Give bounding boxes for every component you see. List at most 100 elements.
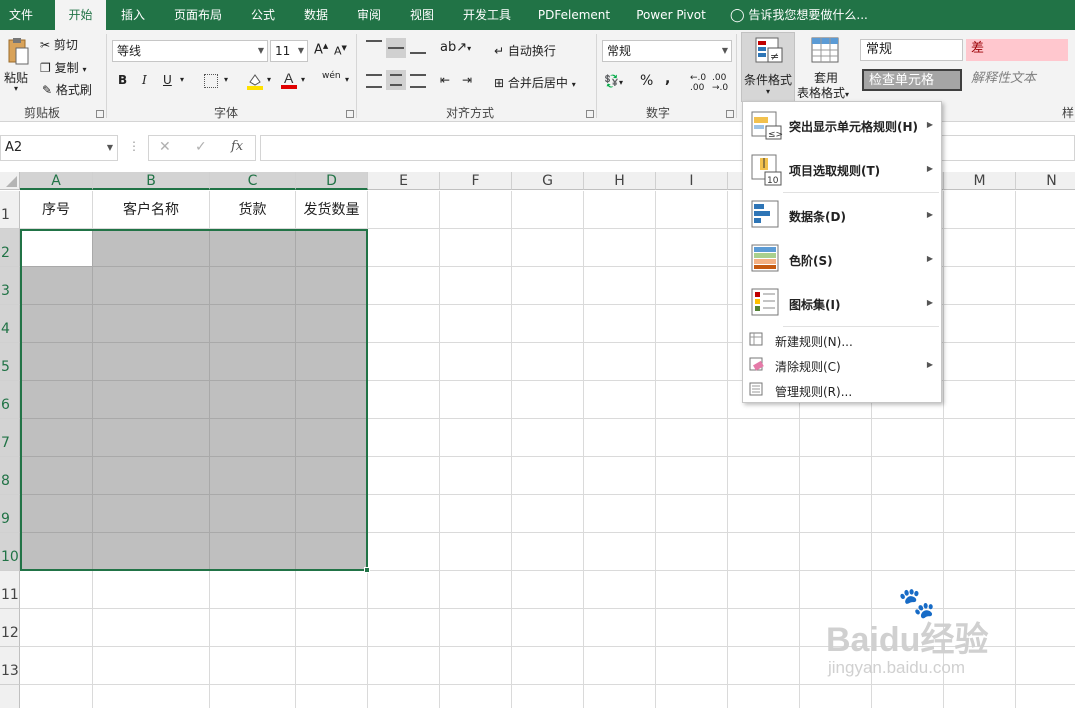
row-header-8[interactable]: 8: [0, 457, 20, 495]
alignment-launcher-icon[interactable]: [586, 110, 594, 118]
style-bad[interactable]: 差: [966, 39, 1068, 61]
row-header-10[interactable]: 10: [0, 533, 20, 571]
fill-color-icon[interactable]: [246, 72, 264, 90]
column-header-c[interactable]: C: [210, 172, 296, 190]
phonetic-dropdown-icon[interactable]: ▾: [345, 75, 349, 84]
percent-button[interactable]: %: [640, 73, 653, 89]
row-header-5[interactable]: 5: [0, 343, 20, 381]
tab-pdfelement[interactable]: PDFelement: [531, 0, 617, 30]
row-header-11[interactable]: 11: [0, 571, 20, 609]
column-header-g[interactable]: G: [512, 172, 584, 190]
underline-button[interactable]: U: [163, 73, 172, 87]
column-header-m[interactable]: M: [944, 172, 1016, 190]
menu-item-data-bars[interactable]: 数据条(D) ▶: [743, 194, 941, 238]
tab-formulas[interactable]: 公式: [242, 0, 284, 30]
orientation-icon[interactable]: ab↗▾: [440, 40, 471, 55]
menu-item-new-rule[interactable]: 新建规则(N)...: [743, 328, 941, 352]
name-box-dropdown-icon[interactable]: ▼: [107, 136, 113, 160]
clipboard-launcher-icon[interactable]: [96, 110, 104, 118]
number-format-select[interactable]: 常规 ▼: [602, 40, 732, 62]
paste-dropdown-icon[interactable]: ▾: [14, 84, 18, 93]
merge-center-button[interactable]: ⊞ 合并后居中 ▾: [494, 74, 576, 91]
cell-a1[interactable]: 序号: [20, 191, 93, 229]
row-header-4[interactable]: 4: [0, 305, 20, 343]
number-launcher-icon[interactable]: [726, 110, 734, 118]
align-left-icon[interactable]: [366, 74, 382, 88]
tab-view[interactable]: 视图: [401, 0, 443, 30]
formula-input[interactable]: [260, 135, 1075, 161]
tab-developer[interactable]: 开发工具: [454, 0, 520, 30]
underline-dropdown-icon[interactable]: ▾: [180, 75, 184, 84]
row-header-2[interactable]: 2: [0, 229, 20, 267]
increase-font-button[interactable]: A▲: [314, 42, 328, 57]
insert-function-icon[interactable]: fx: [231, 139, 243, 154]
align-bottom-icon[interactable]: [410, 40, 426, 54]
align-middle-icon[interactable]: [386, 38, 406, 58]
name-box[interactable]: A2 ▼: [0, 135, 118, 161]
font-size-select[interactable]: 11 ▼: [270, 40, 308, 62]
format-painter-button[interactable]: ✎ 格式刷: [42, 81, 92, 98]
column-header-n[interactable]: N: [1016, 172, 1075, 190]
tab-home[interactable]: 开始: [55, 0, 106, 30]
cell-d1[interactable]: 发货数量: [296, 191, 368, 229]
comma-button[interactable]: ,: [665, 71, 670, 87]
row-header-3[interactable]: 3: [0, 267, 20, 305]
tab-page-layout[interactable]: 页面布局: [165, 0, 231, 30]
style-explanatory[interactable]: 解释性文本: [966, 69, 1068, 91]
paste-icon[interactable]: [6, 38, 30, 66]
copy-button[interactable]: ❐ 复制 ▾: [40, 59, 86, 76]
enter-icon[interactable]: ✓: [195, 139, 207, 155]
increase-indent-icon[interactable]: ⇥: [462, 73, 472, 87]
cell-b1[interactable]: 客户名称: [93, 191, 210, 229]
menu-item-color-scales[interactable]: 色阶(S) ▶: [743, 238, 941, 282]
row-header-7[interactable]: 7: [0, 419, 20, 457]
menu-item-icon-sets[interactable]: 图标集(I) ▶: [743, 282, 941, 326]
row-header-12[interactable]: 12: [0, 609, 20, 647]
column-header-i[interactable]: I: [656, 172, 728, 190]
decrease-decimal-icon[interactable]: .00 →.0: [712, 73, 728, 93]
fill-handle[interactable]: [364, 567, 370, 573]
selected-range[interactable]: [20, 229, 370, 573]
menu-item-manage-rules[interactable]: 管理规则(R)...: [743, 378, 941, 402]
borders-icon[interactable]: [204, 74, 218, 88]
column-header-b[interactable]: B: [93, 172, 210, 190]
column-header-h[interactable]: H: [584, 172, 656, 190]
format-as-table-icon[interactable]: [810, 36, 842, 66]
font-name-select[interactable]: 等线 ▼: [112, 40, 268, 62]
row-header-13[interactable]: 13: [0, 647, 20, 685]
style-check-cell[interactable]: 检查单元格: [862, 69, 962, 91]
tab-file[interactable]: 文件: [0, 0, 42, 30]
menu-item-top-bottom-rules[interactable]: 10 项目选取规则(T) ▶: [743, 148, 941, 192]
column-header-d[interactable]: D: [296, 172, 368, 190]
tell-me-box[interactable]: ◯ 告诉我您想要做什么...: [730, 0, 880, 30]
font-launcher-icon[interactable]: [346, 110, 354, 118]
italic-button[interactable]: I: [142, 73, 147, 87]
row-header-1[interactable]: 1: [0, 191, 20, 229]
cell-c1[interactable]: 货款: [210, 191, 296, 229]
conditional-format-button[interactable]: ≠ 条件格式 ▾: [741, 32, 795, 102]
row-header-9[interactable]: 9: [0, 495, 20, 533]
fill-color-dropdown-icon[interactable]: ▾: [267, 75, 271, 84]
align-center-icon[interactable]: [386, 70, 406, 90]
bold-button[interactable]: B: [118, 73, 127, 87]
increase-decimal-icon[interactable]: ←.0.00: [690, 73, 706, 93]
style-normal[interactable]: 常规: [860, 39, 963, 61]
wrap-text-button[interactable]: ↵ 自动换行: [494, 42, 556, 59]
tab-data[interactable]: 数据: [295, 0, 337, 30]
menu-item-highlight-rules[interactable]: ≤> 突出显示单元格规则(H) ▶: [743, 104, 941, 148]
decrease-font-button[interactable]: A▼: [334, 44, 347, 58]
cut-button[interactable]: ✂ 剪切: [40, 36, 78, 53]
align-top-icon[interactable]: [366, 40, 382, 54]
menu-item-clear-rules[interactable]: 清除规则(C) ▶: [743, 353, 941, 377]
font-color-icon[interactable]: A: [280, 70, 298, 90]
borders-dropdown-icon[interactable]: ▾: [224, 75, 228, 84]
select-all-button[interactable]: [0, 172, 20, 190]
align-right-icon[interactable]: [410, 74, 426, 88]
column-header-f[interactable]: F: [440, 172, 512, 190]
cancel-icon[interactable]: ✕: [159, 139, 171, 155]
tab-insert[interactable]: 插入: [112, 0, 154, 30]
accounting-format-icon[interactable]: 💱▾: [604, 74, 623, 88]
phonetic-button[interactable]: wén: [322, 71, 341, 81]
tab-review[interactable]: 审阅: [348, 0, 390, 30]
format-as-table-label[interactable]: 表格格式▾: [797, 84, 849, 101]
